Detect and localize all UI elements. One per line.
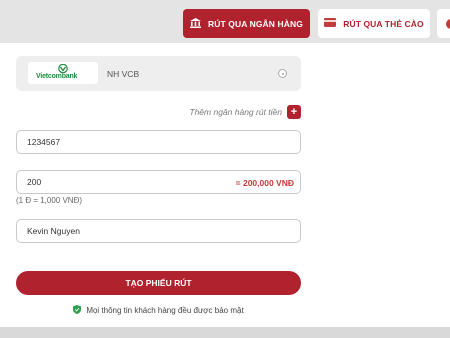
bank-option-vcb[interactable]: Vietcombank NH VCB: [16, 56, 301, 91]
amount-input[interactable]: 200 = 200,000 VNĐ: [16, 170, 301, 194]
create-withdrawal-label: TẠO PHIẾU RÚT: [125, 278, 192, 288]
top-bar: RÚT QUA NGÂN HÀNG RÚT QUA THẺ CÀO: [0, 0, 450, 43]
account-name-value: Kevin Nguyen: [27, 226, 80, 236]
account-name-input[interactable]: Kevin Nguyen: [16, 219, 301, 243]
shield-icon: [73, 304, 82, 316]
bottom-strip: [0, 327, 450, 338]
vietcombank-logo: Vietcombank: [28, 62, 98, 84]
tab-withdraw-bank-label: RÚT QUA NGÂN HÀNG: [208, 18, 303, 29]
add-bank-row: Thêm ngân hàng rút tiền +: [150, 104, 301, 120]
amount-converted: = 200,000 VNĐ: [235, 178, 294, 188]
tab-third[interactable]: [437, 9, 450, 38]
security-note: Mọi thông tin khách hàng đều được bảo mậ…: [16, 304, 301, 316]
add-bank-button[interactable]: +: [287, 105, 301, 119]
tab-withdraw-bank[interactable]: RÚT QUA NGÂN HÀNG: [183, 9, 310, 38]
account-number-value: 1234567: [27, 137, 61, 147]
coin-icon: [446, 18, 450, 29]
bank-icon: [190, 17, 202, 30]
account-number-input[interactable]: 1234567: [16, 130, 301, 154]
radio-icon[interactable]: [278, 69, 287, 78]
amount-value: 200: [27, 177, 42, 187]
create-withdrawal-button[interactable]: TẠO PHIẾU RÚT: [16, 271, 301, 295]
security-note-text: Mọi thông tin khách hàng đều được bảo mậ…: [86, 305, 244, 315]
tab-withdraw-card[interactable]: RÚT QUA THẺ CÀO: [318, 9, 430, 38]
vietcombank-logo-text: Vietcombank: [36, 73, 78, 80]
add-bank-label: Thêm ngân hàng rút tiền: [189, 107, 282, 117]
bank-name: NH VCB: [107, 69, 140, 79]
exchange-rate-note: (1 Đ = 1,000 VNĐ): [16, 196, 83, 205]
vietcombank-logo-mark: [58, 64, 68, 73]
card-icon: [324, 18, 337, 29]
tab-withdraw-card-label: RÚT QUA THẺ CÀO: [343, 18, 424, 29]
